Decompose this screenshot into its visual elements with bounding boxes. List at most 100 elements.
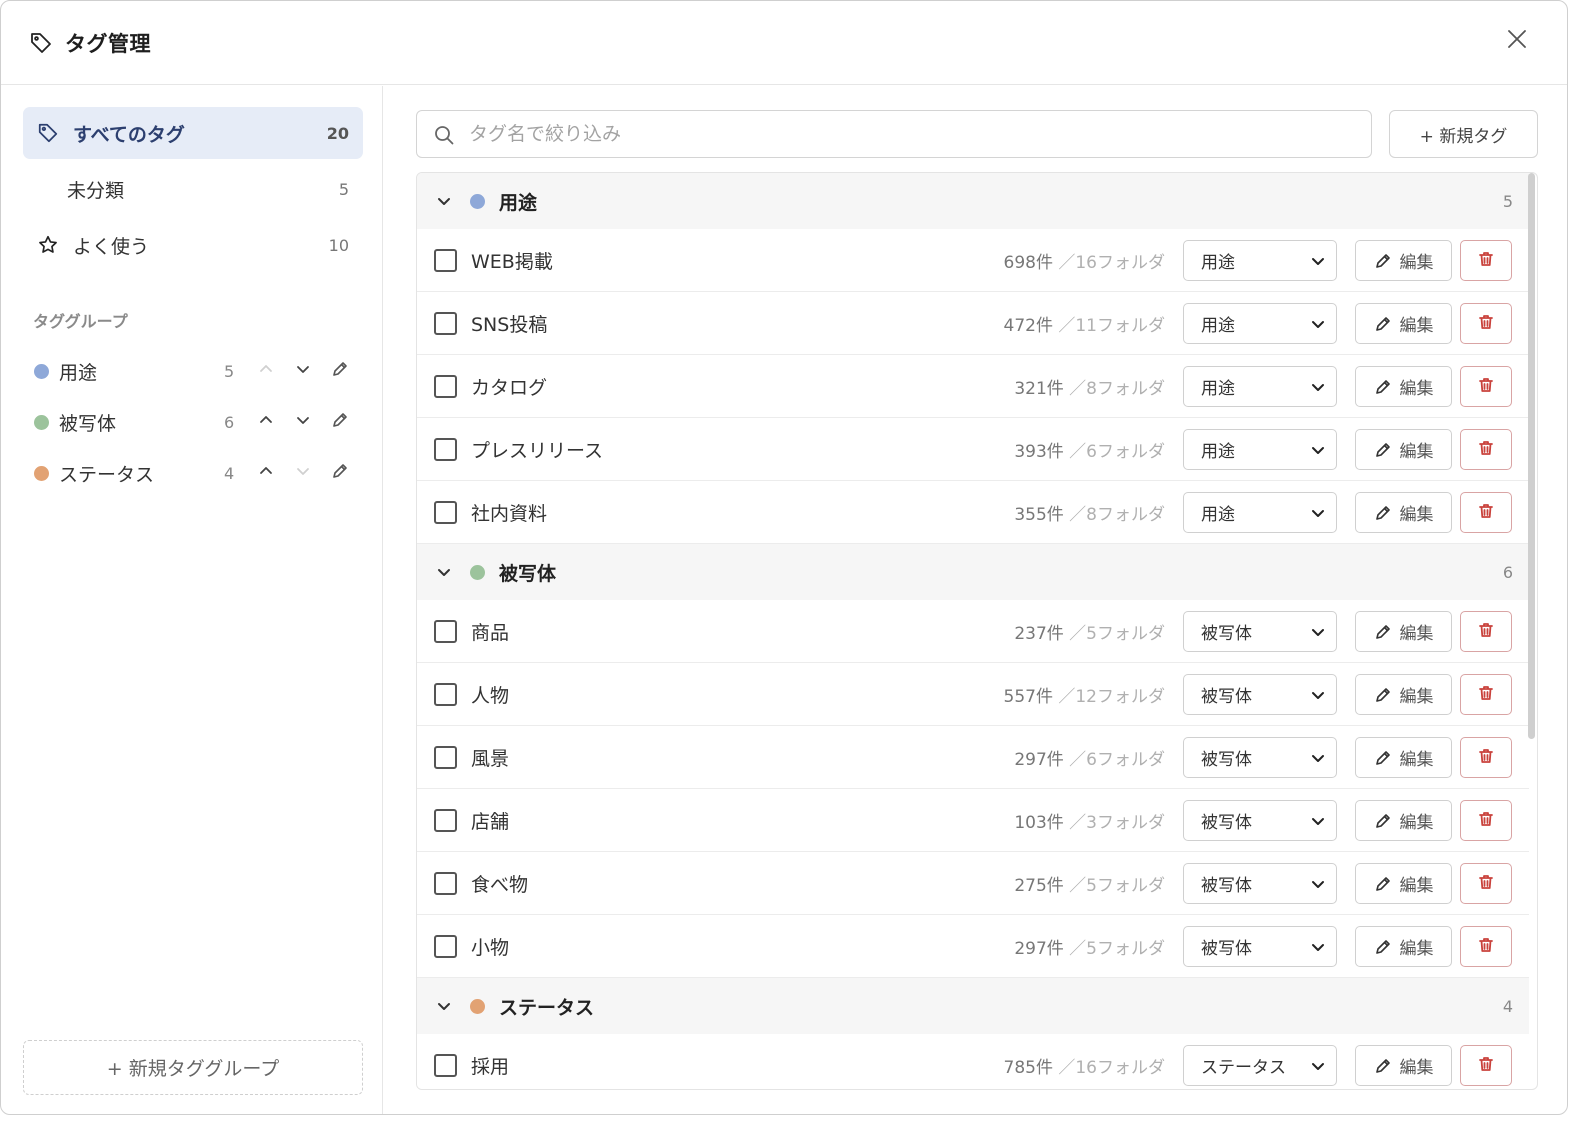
- list-scrollbar[interactable]: [1528, 173, 1535, 739]
- tag-group-select[interactable]: 被写体: [1183, 800, 1337, 841]
- tag-item-count: 557件: [1003, 686, 1053, 707]
- tag-item-count: 237件: [1014, 623, 1064, 644]
- edit-tag-button[interactable]: 編集: [1355, 366, 1452, 407]
- delete-tag-button[interactable]: [1460, 926, 1512, 967]
- chevron-down-icon: [1310, 939, 1326, 955]
- tag-group-select[interactable]: 用途: [1183, 429, 1337, 470]
- tag-checkbox[interactable]: [434, 683, 457, 706]
- tag-item-count: 321件: [1014, 378, 1064, 399]
- delete-tag-button[interactable]: [1460, 303, 1512, 344]
- edit-tag-label: 編集: [1399, 750, 1434, 770]
- collapse-toggle[interactable]: [435, 192, 453, 210]
- tag-checkbox[interactable]: [434, 746, 457, 769]
- move-up-button[interactable]: [254, 461, 278, 485]
- tag-checkbox[interactable]: [434, 620, 457, 643]
- tag-usage-stats: 321件 ／8フォルダ: [1014, 374, 1165, 399]
- group-header[interactable]: 用途 5: [417, 173, 1529, 229]
- tag-group-select[interactable]: 被写体: [1183, 674, 1337, 715]
- tag-group-select[interactable]: 被写体: [1183, 863, 1337, 904]
- delete-tag-button[interactable]: [1460, 800, 1512, 841]
- edit-tag-button[interactable]: 編集: [1355, 1045, 1452, 1086]
- tag-name: 社内資料: [471, 502, 548, 525]
- edit-group-button[interactable]: [328, 359, 352, 383]
- tag-checkbox[interactable]: [434, 312, 457, 335]
- new-tag-button[interactable]: + 新規タグ: [1389, 110, 1538, 158]
- tag-checkbox[interactable]: [434, 935, 457, 958]
- tag-checkbox[interactable]: [434, 375, 457, 398]
- close-button[interactable]: [1503, 27, 1531, 55]
- pencil-icon: [1374, 623, 1392, 641]
- sidebar-group-item[interactable]: 用途 5: [23, 349, 363, 393]
- tag-checkbox[interactable]: [434, 872, 457, 895]
- sidebar-group-item[interactable]: ステータス 4: [23, 451, 363, 495]
- new-tag-group-button[interactable]: + 新規タググループ: [23, 1040, 363, 1095]
- nav-all-tags[interactable]: すべてのタグ 20: [23, 107, 363, 159]
- group-header[interactable]: ステータス 4: [417, 978, 1529, 1034]
- edit-tag-button[interactable]: 編集: [1355, 611, 1452, 652]
- tag-group-select[interactable]: ステータス: [1183, 1045, 1337, 1086]
- tag-group-select[interactable]: 被写体: [1183, 926, 1337, 967]
- tag-checkbox[interactable]: [434, 249, 457, 272]
- tag-group-select[interactable]: 用途: [1183, 492, 1337, 533]
- delete-tag-button[interactable]: [1460, 863, 1512, 904]
- tag-usage-stats: 557件 ／12フォルダ: [1004, 682, 1166, 707]
- tag-row: 風景 297件 ／6フォルダ 被写体 編集: [417, 726, 1529, 789]
- group-header[interactable]: 被写体 6: [417, 544, 1529, 600]
- move-up-button[interactable]: [254, 359, 278, 383]
- tag-checkbox[interactable]: [434, 501, 457, 524]
- delete-tag-button[interactable]: [1460, 492, 1512, 533]
- tag-item-count: 297件: [1014, 749, 1064, 770]
- edit-tag-button[interactable]: 編集: [1355, 863, 1452, 904]
- edit-group-button[interactable]: [328, 461, 352, 485]
- move-down-button[interactable]: [291, 410, 315, 434]
- nav-uncategorized-count: 5: [338, 179, 349, 199]
- tag-name: WEB掲載: [471, 250, 553, 273]
- edit-tag-label: 編集: [1399, 379, 1434, 399]
- edit-tag-button[interactable]: 編集: [1355, 800, 1452, 841]
- edit-tag-button[interactable]: 編集: [1355, 303, 1452, 344]
- edit-tag-button[interactable]: 編集: [1355, 926, 1452, 967]
- move-down-button[interactable]: [291, 359, 315, 383]
- nav-favorites[interactable]: よく使う 10: [23, 219, 363, 271]
- tag-folder-count: ／8フォルダ: [1069, 504, 1165, 525]
- tag-group-select[interactable]: 用途: [1183, 240, 1337, 281]
- delete-tag-button[interactable]: [1460, 611, 1512, 652]
- pencil-icon: [331, 462, 349, 485]
- search-input[interactable]: [469, 119, 1349, 149]
- tag-group-select-value: 被写体: [1201, 624, 1252, 644]
- edit-tag-button[interactable]: 編集: [1355, 429, 1452, 470]
- tag-row: WEB掲載 698件 ／16フォルダ 用途 編集: [417, 229, 1529, 292]
- edit-tag-button[interactable]: 編集: [1355, 737, 1452, 778]
- chevron-down-icon: [1310, 316, 1326, 332]
- tag-name: 店舗: [471, 810, 510, 833]
- delete-tag-button[interactable]: [1460, 429, 1512, 470]
- chevron-down-icon: [295, 360, 311, 382]
- move-up-button[interactable]: [254, 410, 278, 434]
- nav-uncategorized[interactable]: 未分類 5: [23, 163, 363, 215]
- edit-tag-button[interactable]: 編集: [1355, 674, 1452, 715]
- delete-tag-button[interactable]: [1460, 366, 1512, 407]
- delete-tag-button[interactable]: [1460, 737, 1512, 778]
- edit-group-button[interactable]: [328, 410, 352, 434]
- tag-group-select[interactable]: 被写体: [1183, 611, 1337, 652]
- delete-tag-button[interactable]: [1460, 674, 1512, 715]
- tag-usage-stats: 472件 ／11フォルダ: [1004, 311, 1166, 336]
- collapse-toggle[interactable]: [435, 563, 453, 581]
- tag-group-select[interactable]: 被写体: [1183, 737, 1337, 778]
- delete-tag-button[interactable]: [1460, 240, 1512, 281]
- edit-tag-button[interactable]: 編集: [1355, 240, 1452, 281]
- move-down-button[interactable]: [291, 461, 315, 485]
- sidebar-group-item[interactable]: 被写体 6: [23, 400, 363, 444]
- edit-tag-button[interactable]: 編集: [1355, 492, 1452, 533]
- tag-checkbox[interactable]: [434, 1054, 457, 1077]
- collapse-toggle[interactable]: [435, 997, 453, 1015]
- tag-folder-count: ／12フォルダ: [1058, 686, 1165, 707]
- tag-checkbox[interactable]: [434, 438, 457, 461]
- delete-tag-button[interactable]: [1460, 1045, 1512, 1086]
- tag-group-select[interactable]: 用途: [1183, 366, 1337, 407]
- tag-folder-count: ／8フォルダ: [1069, 378, 1165, 399]
- tag-checkbox[interactable]: [434, 809, 457, 832]
- tag-group-select[interactable]: 用途: [1183, 303, 1337, 344]
- tag-item-count: 472件: [1003, 315, 1053, 336]
- tag-row: 小物 297件 ／5フォルダ 被写体 編集: [417, 915, 1529, 978]
